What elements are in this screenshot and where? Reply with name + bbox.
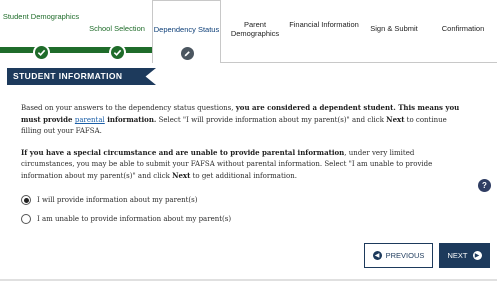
step-student-demographics[interactable]: Student Demographics [0, 0, 82, 63]
previous-label: PREVIOUS [385, 251, 425, 260]
radio-button[interactable] [21, 195, 31, 205]
bold-text: If you have a special circumstance and a… [21, 148, 345, 157]
help-icon[interactable]: ? [478, 179, 491, 192]
step-label: Sign & Submit [370, 24, 418, 33]
chevron-left-icon: ◀ [372, 251, 382, 260]
next-button[interactable]: NEXT ▶ [439, 243, 490, 268]
text-span: to get additional information. [190, 172, 297, 180]
section-banner: STUDENT INFORMATION [7, 68, 156, 85]
dependency-info-text: Based on your answers to the dependency … [21, 102, 461, 192]
check-icon [33, 44, 50, 61]
radio-button[interactable] [21, 214, 31, 224]
check-icon [109, 44, 126, 61]
text-span: Based on your answers to the dependency … [21, 104, 236, 112]
text-span: Select "I will provide information about… [156, 116, 387, 124]
step-confirmation[interactable]: Confirmation [429, 0, 497, 63]
step-label: Confirmation [441, 24, 485, 33]
bold-text: Next [386, 115, 405, 124]
previous-button[interactable]: ◀ PREVIOUS [364, 243, 433, 268]
step-parent-demographics[interactable]: Parent Demographics [221, 0, 289, 63]
bold-text: information. [104, 115, 157, 124]
bold-text: Next [172, 171, 191, 180]
step-school-selection[interactable]: School Selection [82, 0, 152, 63]
chevron-right-icon: ▶ [472, 251, 482, 260]
next-label: NEXT [447, 251, 468, 260]
pencil-icon [178, 45, 196, 62]
radio-label: I am unable to provide information about… [37, 215, 232, 223]
parental-link[interactable]: parental [75, 116, 105, 124]
progress-steps: Student Demographics School Selection De… [0, 0, 497, 63]
step-financial-information[interactable]: Financial Information [289, 0, 359, 63]
step-label: School Selection [89, 24, 145, 33]
radio-unable-parent-info[interactable]: I am unable to provide information about… [21, 214, 231, 224]
step-label: Dependency Status [153, 25, 220, 34]
special-circumstance-paragraph: If you have a special circumstance and a… [21, 147, 461, 182]
dependency-paragraph: Based on your answers to the dependency … [21, 102, 461, 137]
step-label: Student Demographics [2, 12, 80, 21]
radio-label: I will provide information about my pare… [37, 196, 198, 204]
step-dependency-status[interactable]: Dependency Status [152, 0, 221, 63]
radio-provide-parent-info[interactable]: I will provide information about my pare… [21, 195, 197, 205]
step-label: Parent Demographics [230, 20, 280, 38]
step-sign-submit[interactable]: Sign & Submit [359, 0, 429, 63]
step-label: Financial Information [289, 20, 359, 29]
